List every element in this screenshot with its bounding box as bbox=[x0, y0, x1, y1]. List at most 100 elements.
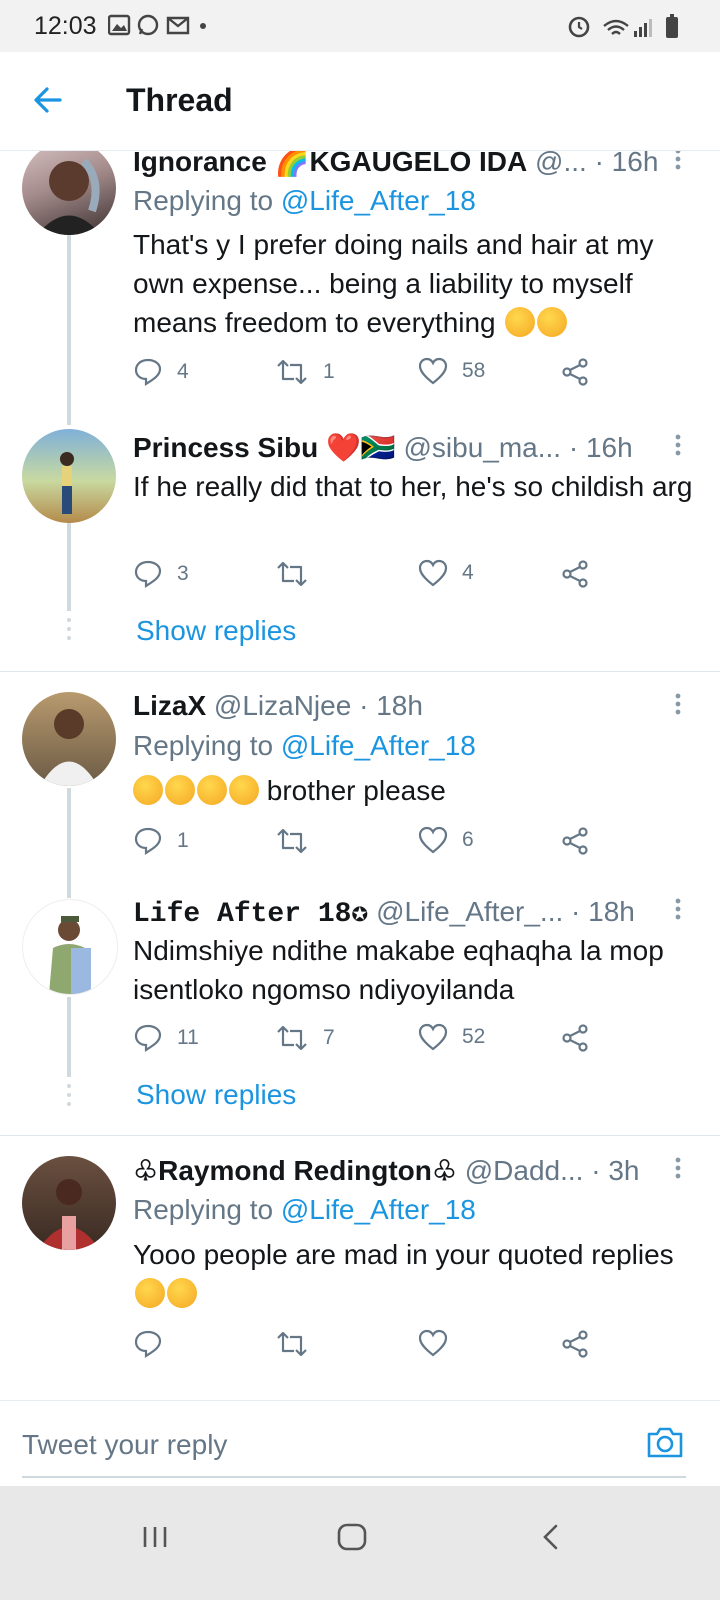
separator: · bbox=[359, 690, 369, 721]
reply-button[interactable]: 1 bbox=[133, 826, 189, 856]
camera-icon[interactable] bbox=[646, 1425, 684, 1464]
like-button[interactable]: 6 bbox=[418, 826, 474, 854]
replying-prefix: Replying to bbox=[133, 730, 274, 761]
share-button[interactable] bbox=[560, 1329, 590, 1359]
author-name[interactable]: Ignorance 🌈KGAUGELO IDA bbox=[133, 151, 527, 177]
thread-list[interactable]: Ignorance 🌈KGAUGELO IDA @... · 16h Reply… bbox=[0, 151, 720, 1411]
back-arrow-icon[interactable] bbox=[32, 84, 64, 121]
avatar[interactable] bbox=[22, 1156, 116, 1250]
back-icon[interactable] bbox=[536, 1522, 566, 1557]
tweet-item[interactable]: Ignorance 🌈KGAUGELO IDA @... · 16h Reply… bbox=[0, 151, 720, 425]
retweet-button[interactable] bbox=[275, 1329, 323, 1359]
reply-icon bbox=[134, 560, 162, 589]
reply-button[interactable]: 3 bbox=[133, 559, 189, 589]
replying-to: Replying to @Life_After_18 bbox=[133, 1194, 476, 1226]
share-button[interactable] bbox=[560, 1023, 590, 1053]
thread-connector bbox=[67, 997, 71, 1077]
reply-composer: Tweet your reply bbox=[0, 1400, 720, 1487]
tweet-time: 18h bbox=[588, 896, 635, 927]
tweet-text: Ndimshiye ndithe makabe eqhaqha la mop i… bbox=[133, 935, 664, 1005]
more-options-icon[interactable] bbox=[674, 433, 682, 462]
laughing-emoji-icon bbox=[505, 307, 536, 337]
like-button[interactable] bbox=[418, 1329, 462, 1357]
retweet-count: 1 bbox=[323, 360, 335, 383]
reply-input[interactable]: Tweet your reply bbox=[22, 1429, 227, 1461]
like-button[interactable]: 52 bbox=[418, 1023, 485, 1051]
system-status-icons bbox=[566, 14, 690, 45]
tweet-text: If he really did that to her, he's so ch… bbox=[133, 471, 693, 502]
reply-icon bbox=[134, 358, 162, 387]
tweet-text-content: brother please bbox=[266, 775, 446, 806]
share-button[interactable] bbox=[560, 559, 590, 589]
retweet-icon bbox=[277, 1331, 307, 1357]
separator: · bbox=[571, 896, 581, 927]
replying-to-link[interactable]: @Life_After_18 bbox=[281, 730, 476, 761]
author-handle[interactable]: @Dadd... bbox=[465, 1155, 584, 1186]
tweet-text: That's y I prefer doing nails and hair a… bbox=[133, 225, 703, 342]
author-name[interactable]: Princess Sibu ❤️🇿🇦 bbox=[133, 432, 396, 463]
page-title: Thread bbox=[126, 82, 233, 118]
tweet-header: LizaX @LizaNjee · 18h bbox=[133, 690, 673, 722]
tweet-actions: 4 1 58 bbox=[133, 357, 603, 393]
thread-dots-icon bbox=[67, 618, 71, 640]
share-icon bbox=[562, 827, 588, 855]
show-replies-link[interactable]: Show replies bbox=[136, 615, 296, 647]
retweet-button[interactable]: 7 bbox=[275, 1023, 335, 1053]
avatar[interactable] bbox=[22, 429, 116, 523]
separator: · bbox=[591, 1155, 601, 1186]
home-icon[interactable] bbox=[336, 1522, 368, 1557]
retweet-button[interactable] bbox=[275, 826, 323, 856]
replying-to-link[interactable]: @Life_After_18 bbox=[281, 1194, 476, 1225]
like-count: 58 bbox=[462, 359, 486, 382]
more-options-icon[interactable] bbox=[674, 1156, 682, 1185]
crying-emoji-icon bbox=[197, 775, 227, 805]
heart-icon bbox=[418, 826, 448, 854]
avatar[interactable] bbox=[22, 899, 118, 995]
author-handle[interactable]: @... bbox=[535, 151, 587, 177]
heart-icon bbox=[418, 1329, 448, 1357]
like-button[interactable]: 4 bbox=[418, 559, 474, 587]
reply-button[interactable] bbox=[133, 1329, 177, 1359]
share-icon bbox=[562, 560, 588, 588]
retweet-button[interactable]: 1 bbox=[275, 357, 335, 387]
share-button[interactable] bbox=[560, 357, 590, 387]
system-nav-bar bbox=[0, 1486, 720, 1600]
author-name[interactable]: LizaX bbox=[133, 690, 206, 721]
author-handle[interactable]: @LizaNjee bbox=[214, 690, 351, 721]
more-options-icon[interactable] bbox=[674, 151, 682, 176]
reply-button[interactable]: 4 bbox=[133, 357, 189, 387]
tweet-item[interactable]: Princess Sibu ❤️🇿🇦 @sibu_ma... · 16h If … bbox=[0, 421, 720, 671]
reply-input-underline bbox=[22, 1476, 686, 1478]
replying-prefix: Replying to bbox=[133, 185, 274, 216]
tweet-item[interactable]: LizaX @LizaNjee · 18h Replying to @Life_… bbox=[0, 672, 720, 898]
tweet-actions: 1 6 bbox=[133, 826, 603, 862]
crying-emoji-icon bbox=[133, 775, 163, 805]
tweet-time: 16h bbox=[611, 151, 659, 177]
tweet-item[interactable]: ♧Raymond Redington♧ @Dadd... · 3h Replyi… bbox=[0, 1136, 720, 1376]
replying-to: Replying to @Life_After_18 bbox=[133, 730, 476, 762]
more-options-icon[interactable] bbox=[674, 692, 682, 721]
author-handle[interactable]: @sibu_ma... bbox=[403, 432, 561, 463]
share-icon bbox=[562, 1330, 588, 1358]
author-handle[interactable]: @Life_After_... bbox=[376, 896, 563, 927]
tweet-header: Princess Sibu ❤️🇿🇦 @sibu_ma... · 16h bbox=[133, 431, 673, 464]
tweet-text-content: Yooo people are mad in your quoted repli… bbox=[133, 1239, 674, 1270]
reply-count: 4 bbox=[177, 360, 189, 383]
avatar[interactable] bbox=[22, 151, 116, 235]
crying-emoji-icon bbox=[165, 775, 195, 805]
recent-apps-icon[interactable] bbox=[140, 1522, 170, 1557]
tweet-actions: 11 7 52 bbox=[133, 1023, 603, 1059]
crying-emoji-icon bbox=[229, 775, 259, 805]
author-name[interactable]: Life After 18✪ bbox=[133, 899, 368, 930]
like-button[interactable]: 58 bbox=[418, 357, 485, 385]
share-button[interactable] bbox=[560, 826, 590, 856]
retweet-button[interactable] bbox=[275, 559, 323, 589]
more-options-icon[interactable] bbox=[674, 897, 682, 926]
tweet-item[interactable]: Life After 18✪ @Life_After_... · 18h Ndi… bbox=[0, 887, 720, 1135]
replying-to-link[interactable]: @Life_After_18 bbox=[281, 185, 476, 216]
crying-emoji-icon bbox=[135, 1278, 165, 1308]
reply-button[interactable]: 11 bbox=[133, 1023, 199, 1053]
show-replies-link[interactable]: Show replies bbox=[136, 1079, 296, 1111]
author-name[interactable]: ♧Raymond Redington♧ bbox=[133, 1155, 457, 1186]
avatar[interactable] bbox=[22, 692, 116, 786]
